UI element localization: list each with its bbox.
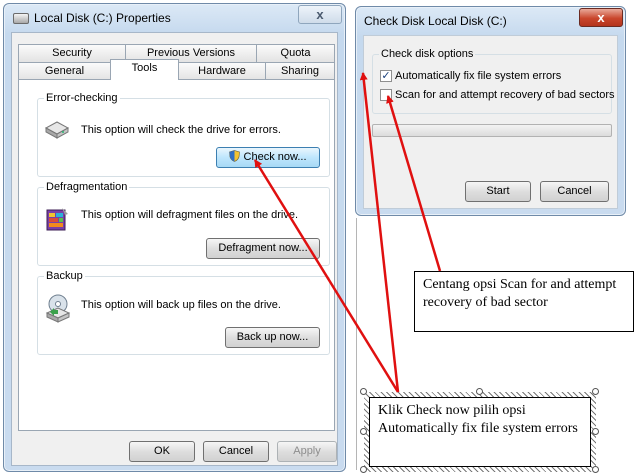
check-now-button[interactable]: Check now... bbox=[216, 147, 320, 168]
checkdisk-close-button[interactable]: x bbox=[579, 8, 623, 27]
selection-handle bbox=[360, 428, 367, 435]
scan-recover-label[interactable]: Scan for and attempt recovery of bad sec… bbox=[395, 89, 615, 101]
tab-quota[interactable]: Quota bbox=[256, 44, 335, 62]
check-disk-options-group: Check disk options ✓ Automatically fix f… bbox=[372, 48, 615, 114]
checkdisk-title: Check Disk Local Disk (C:) bbox=[364, 14, 507, 28]
selection-handle bbox=[592, 388, 599, 395]
checkdisk-window: Check Disk Local Disk (C:) x Check disk … bbox=[355, 6, 626, 216]
defragmentation-group: Defragmentation This option will defragm… bbox=[37, 181, 330, 266]
tab-hardware[interactable]: Hardware bbox=[178, 62, 266, 80]
defragmentation-label: Defragmentation bbox=[44, 181, 130, 193]
hard-drive-icon bbox=[44, 121, 70, 139]
back-up-now-button[interactable]: Back up now... bbox=[225, 327, 320, 348]
selection-handle bbox=[476, 388, 483, 395]
cancel-button[interactable]: Cancel bbox=[203, 441, 269, 462]
checkdisk-cancel-button[interactable]: Cancel bbox=[540, 181, 609, 202]
properties-body: Security Previous Versions Quota General… bbox=[11, 32, 338, 466]
checkdisk-body: Check disk options ✓ Automatically fix f… bbox=[363, 35, 618, 209]
check-disk-options-label: Check disk options bbox=[379, 48, 476, 60]
error-checking-label: Error-checking bbox=[44, 92, 120, 104]
backup-icon bbox=[45, 294, 71, 323]
properties-title: Local Disk (C:) Properties bbox=[34, 11, 171, 25]
tab-sharing[interactable]: Sharing bbox=[265, 62, 335, 80]
error-checking-description: This option will check the drive for err… bbox=[81, 124, 281, 136]
checkdisk-titlebar[interactable]: Check Disk Local Disk (C:) x bbox=[356, 7, 625, 35]
ok-button[interactable]: OK bbox=[129, 441, 195, 462]
tab-tools[interactable]: Tools bbox=[110, 59, 179, 80]
properties-titlebar[interactable]: Local Disk (C:) Properties x bbox=[4, 4, 345, 32]
drive-icon bbox=[13, 13, 29, 24]
check-disk-progress-bar bbox=[372, 124, 612, 137]
selection-handle bbox=[592, 428, 599, 435]
error-checking-group: Error-checking This option will check th… bbox=[37, 92, 330, 177]
uac-shield-icon bbox=[229, 150, 241, 162]
auto-fix-checkbox[interactable]: ✓ bbox=[380, 70, 392, 82]
tab-general[interactable]: General bbox=[18, 62, 111, 80]
backup-group: Backup This option will back up files on… bbox=[37, 270, 330, 355]
start-button[interactable]: Start bbox=[465, 181, 531, 202]
backup-description: This option will back up files on the dr… bbox=[81, 299, 281, 311]
properties-window: Local Disk (C:) Properties x Security Pr… bbox=[3, 3, 346, 472]
properties-close-button[interactable]: x bbox=[298, 5, 342, 24]
tools-tab-content: Error-checking This option will check th… bbox=[18, 79, 335, 431]
defragmentation-description: This option will defragment files on the… bbox=[81, 209, 299, 221]
defragment-icon bbox=[46, 208, 68, 231]
auto-fix-label[interactable]: Automatically fix file system errors bbox=[395, 70, 561, 82]
selection-handle bbox=[360, 466, 367, 473]
scan-recover-checkbox[interactable] bbox=[380, 89, 392, 101]
apply-button[interactable]: Apply bbox=[277, 441, 337, 462]
check-now-label: Check now... bbox=[243, 151, 307, 163]
selection-handle bbox=[360, 388, 367, 395]
callout-check-now: Klik Check now pilih opsi Automatically … bbox=[369, 397, 591, 467]
defragment-now-button[interactable]: Defragment now... bbox=[206, 238, 320, 259]
background-window-edge bbox=[356, 218, 357, 470]
callout-scan-option: Centang opsi Scan for and attempt recove… bbox=[414, 271, 634, 332]
selection-handle bbox=[592, 466, 599, 473]
backup-label: Backup bbox=[44, 270, 85, 282]
